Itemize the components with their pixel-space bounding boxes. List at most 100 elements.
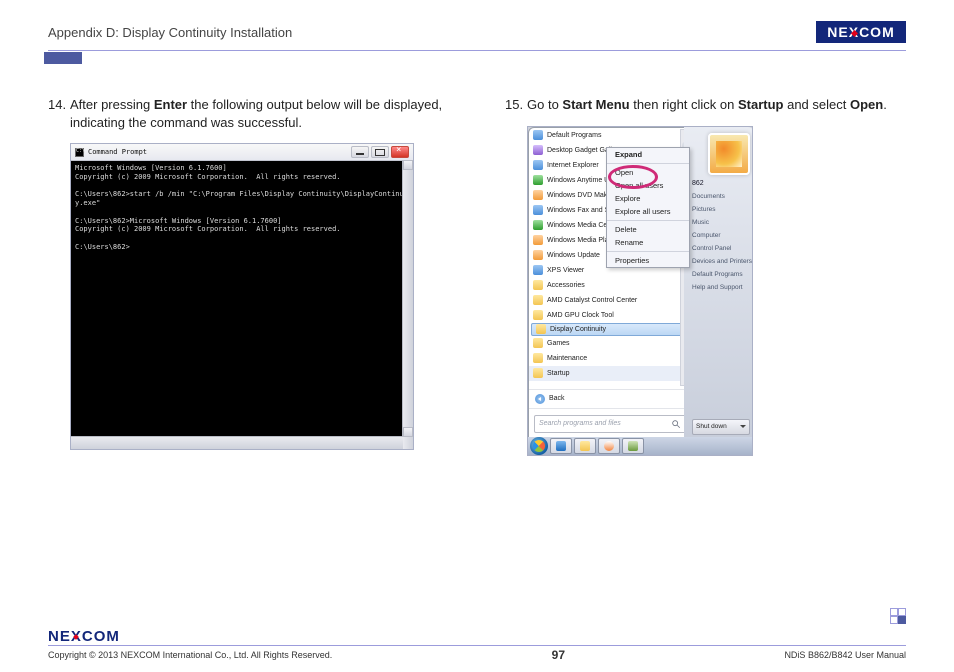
t15-m2: and select (783, 97, 850, 112)
cmd-l10: C:\Users\862> (75, 243, 130, 251)
cmd-l8: Copyright (c) 2009 Microsoft Corporation… (75, 225, 341, 233)
sm-item-amd-catalyst[interactable]: AMD Catalyst Control Center (529, 293, 691, 308)
chevron-right-icon[interactable] (740, 425, 746, 428)
cmd-vscrollbar[interactable] (402, 160, 413, 449)
ctx-open[interactable]: Open (607, 166, 689, 179)
close-button[interactable] (391, 146, 409, 158)
ctx-rename[interactable]: Rename (607, 236, 689, 249)
taskbar (528, 437, 752, 455)
minimize-button[interactable] (351, 146, 369, 158)
footer-logo-right: COM (82, 628, 120, 645)
folder-icon (533, 310, 543, 320)
program-icon (533, 265, 543, 275)
figure-command-prompt: Command Prompt Microsoft Windows [Versio… (70, 143, 414, 450)
sm-right-default-programs[interactable]: Default Programs (692, 268, 750, 281)
ctx-sep-2 (607, 220, 689, 221)
footer-decoration-squares (890, 608, 906, 624)
cmd-l1: Microsoft Windows [Version 6.1.7600] (75, 164, 227, 172)
sm-right-pictures[interactable]: Pictures (692, 203, 750, 216)
sm-right-computer[interactable]: Computer (692, 229, 750, 242)
sm-label: Windows Update (547, 252, 600, 259)
tb-media-player-button[interactable] (598, 438, 620, 454)
logo-x: X (849, 24, 859, 40)
sm-item-default-programs[interactable]: Default Programs (529, 128, 691, 143)
footer-logo: NEXCOM (48, 628, 906, 645)
ctx-explore-all-users[interactable]: Explore all users (607, 205, 689, 218)
ctx-open-all-users[interactable]: Open all users (607, 179, 689, 192)
start-button[interactable] (530, 437, 548, 455)
folder-icon (533, 338, 543, 348)
program-icon (533, 250, 543, 260)
brand-logo: NEXCOM (816, 21, 906, 43)
sm-back-label: Back (549, 395, 565, 402)
step-15: 15. Go to Start Menu then right click on… (505, 96, 906, 114)
sm-item-amd-gpu-clock[interactable]: AMD GPU Clock Tool (529, 308, 691, 323)
sm-label: Maintenance (547, 355, 587, 362)
t15-m1: then right click on (630, 97, 738, 112)
ctx-explore[interactable]: Explore (607, 192, 689, 205)
step-15-text: Go to Start Menu then right click on Sta… (527, 96, 906, 114)
ctx-properties[interactable]: Properties (607, 254, 689, 267)
sm-item-games[interactable]: Games (529, 336, 691, 351)
sm-separator (529, 389, 691, 390)
maximize-button[interactable] (371, 146, 389, 158)
cmd-l5: y.exe" (75, 199, 100, 207)
scroll-down-button[interactable] (403, 427, 413, 437)
sm-label: Startup (547, 370, 570, 377)
sm-right-documents[interactable]: Documents (692, 190, 750, 203)
user-picture[interactable] (708, 133, 750, 175)
sm-label: AMD GPU Clock Tool (547, 312, 614, 319)
scroll-up-button[interactable] (403, 160, 413, 170)
start-menu-right-pane: 862 Documents Pictures Music Computer Co… (684, 127, 753, 439)
footer-logo-x: X (71, 628, 82, 645)
tb-explorer-button[interactable] (574, 438, 596, 454)
sm-right-control-panel[interactable]: Control Panel (692, 242, 750, 255)
folder-icon (533, 353, 543, 363)
folder-icon (533, 368, 543, 378)
t14-pre: After pressing (70, 97, 154, 112)
sm-right-music[interactable]: Music (692, 216, 750, 229)
cmd-l4: C:\Users\862>start /b /min "C:\Program F… (75, 190, 412, 198)
program-icon (533, 145, 543, 155)
app-icon (628, 441, 638, 451)
logo-right: COM (859, 24, 895, 40)
sm-label: Games (547, 340, 570, 347)
back-arrow-icon (535, 394, 545, 404)
step-14-text: After pressing Enter the following outpu… (70, 96, 449, 131)
program-icon (533, 205, 543, 215)
sm-right-help[interactable]: Help and Support (692, 281, 750, 294)
program-icon (533, 235, 543, 245)
shutdown-button[interactable]: Shut down (692, 419, 750, 435)
program-icon (533, 175, 543, 185)
sm-username[interactable]: 862 (692, 177, 750, 190)
footer-manual: NDiS B862/B842 User Manual (784, 650, 906, 660)
ctx-sep (607, 163, 689, 164)
t14-enter: Enter (154, 97, 187, 112)
sm-back-button[interactable]: Back (529, 392, 691, 406)
sm-item-accessories[interactable]: Accessories (529, 278, 691, 293)
accent-block (44, 52, 82, 64)
folder-icon (533, 280, 543, 290)
sm-label: AMD Catalyst Control Center (547, 297, 637, 304)
sm-item-startup[interactable]: Startup (529, 366, 691, 381)
t15-startmenu: Start Menu (562, 97, 629, 112)
folder-icon (536, 324, 546, 334)
tb-ie-button[interactable] (550, 438, 572, 454)
logo-left: NE (827, 24, 848, 40)
step-14: 14. After pressing Enter the following o… (48, 96, 449, 131)
page-number: 97 (552, 648, 565, 662)
sm-search-input[interactable]: Search programs and files (534, 415, 686, 433)
sm-label: XPS Viewer (547, 267, 584, 274)
folder-icon (580, 441, 590, 451)
sm-search-placeholder: Search programs and files (539, 420, 621, 427)
sm-item-maintenance[interactable]: Maintenance (529, 351, 691, 366)
sm-label: Accessories (547, 282, 585, 289)
ie-icon (533, 160, 543, 170)
cmd-hscrollbar[interactable] (71, 436, 403, 449)
ctx-expand[interactable]: Expand (607, 148, 689, 161)
ie-icon (556, 441, 566, 451)
sm-item-display-continuity[interactable]: Display Continuity (531, 323, 689, 336)
ctx-delete[interactable]: Delete (607, 223, 689, 236)
tb-pinned-button[interactable] (622, 438, 644, 454)
sm-right-devices[interactable]: Devices and Printers (692, 255, 750, 268)
